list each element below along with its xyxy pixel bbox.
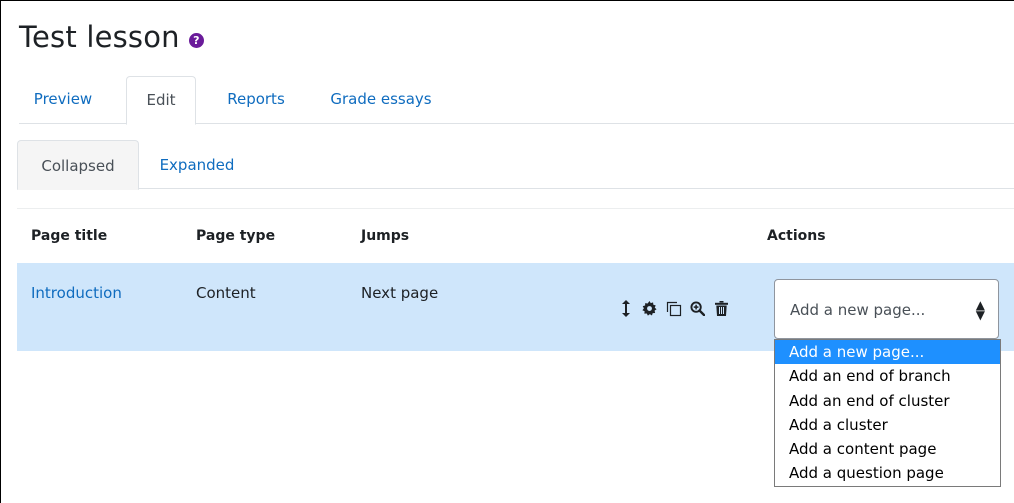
select-arrows-icon: ▲ ▼: [975, 298, 985, 322]
tab-grade-essays[interactable]: Grade essays: [316, 76, 446, 124]
trash-icon[interactable]: [713, 300, 730, 317]
gear-icon[interactable]: [641, 300, 658, 317]
tab-collapsed[interactable]: Collapsed: [17, 140, 139, 190]
tab-edit[interactable]: Edit: [126, 76, 196, 125]
tab-expanded[interactable]: Expanded: [147, 140, 247, 189]
lesson-tabs: Preview Edit Reports Grade essays: [19, 76, 1014, 125]
tab-reports[interactable]: Reports: [212, 76, 300, 124]
tab-preview[interactable]: Preview: [19, 76, 107, 124]
page-title-link[interactable]: Introduction: [31, 284, 122, 302]
copy-icon[interactable]: [665, 300, 682, 317]
option-add-content-page[interactable]: Add a content page: [775, 437, 1000, 461]
column-header-actions: Actions: [767, 228, 826, 244]
option-add-cluster[interactable]: Add a cluster: [775, 413, 1000, 437]
option-add-end-of-cluster[interactable]: Add an end of cluster: [775, 389, 1000, 413]
add-page-dropdown-list: Add a new page... Add an end of branch A…: [774, 339, 1001, 487]
column-header-jumps: Jumps: [361, 228, 410, 244]
table-top-border: [17, 208, 1014, 209]
add-page-select-value: Add a new page...: [790, 301, 926, 319]
jumps-cell: Next page: [361, 284, 439, 302]
page-type-cell: Content: [196, 284, 256, 302]
add-page-select[interactable]: Add a new page... ▲ ▼: [774, 279, 999, 339]
question-circle-icon[interactable]: ?: [188, 32, 204, 48]
preview-icon[interactable]: [689, 300, 706, 317]
row-actions: [617, 300, 737, 317]
column-header-page-type: Page type: [196, 228, 276, 244]
view-mode-tabs: Collapsed Expanded: [17, 140, 1014, 190]
option-add-new-page[interactable]: Add a new page...: [775, 340, 1000, 365]
column-header-page-title: Page title: [31, 228, 108, 244]
option-add-question-page[interactable]: Add a question page: [775, 461, 1000, 485]
option-add-end-of-branch[interactable]: Add an end of branch: [775, 364, 1000, 388]
page-title: Test lesson: [19, 20, 180, 54]
page-header: Test lesson ?: [19, 20, 204, 54]
move-icon[interactable]: [617, 300, 634, 317]
